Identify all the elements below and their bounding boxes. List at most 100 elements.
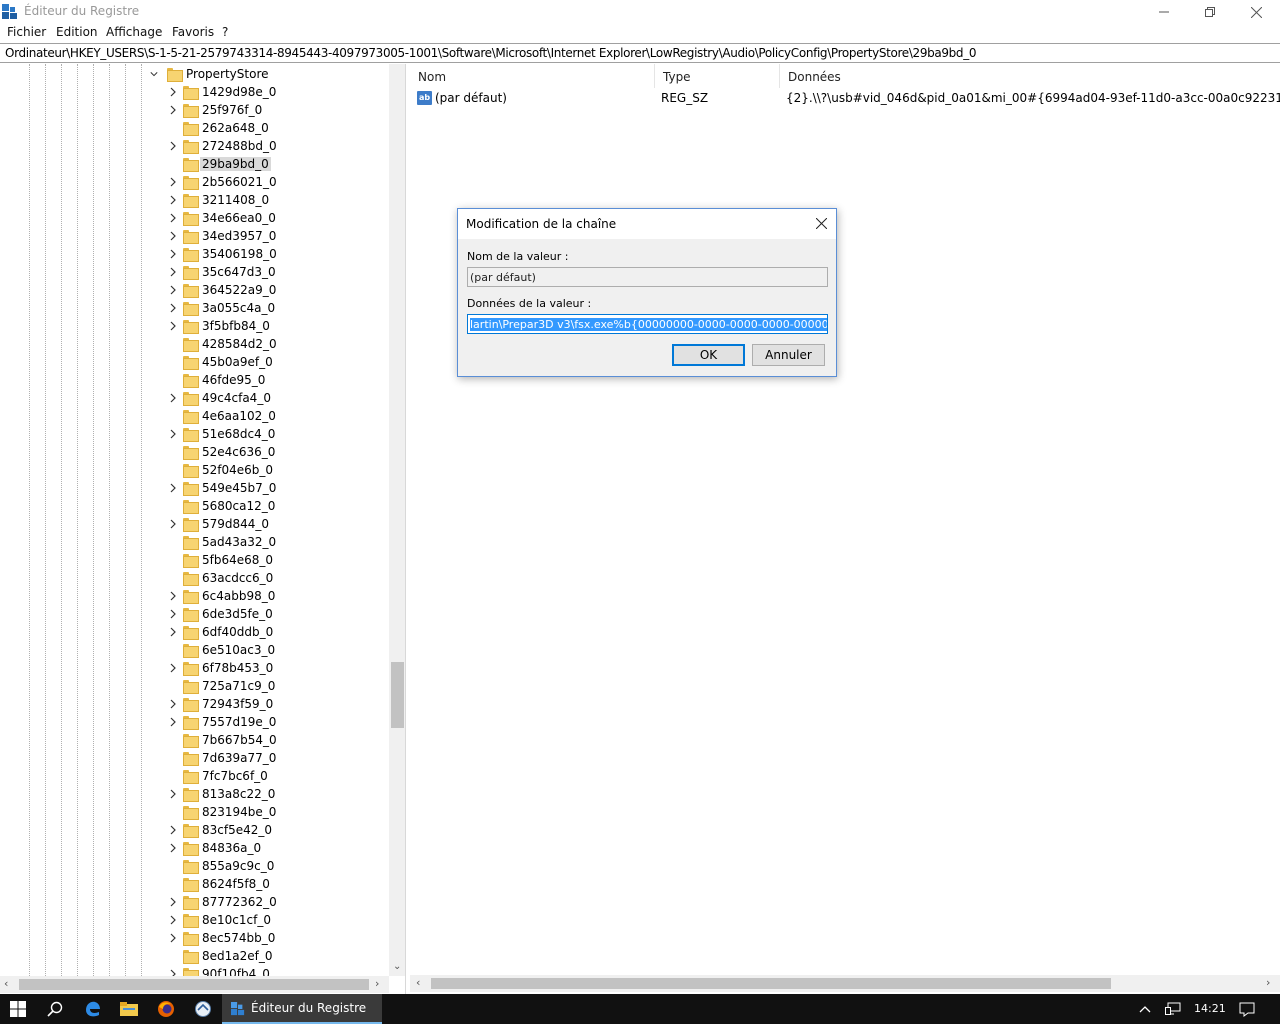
scroll-right-arrow-icon[interactable]: ›	[1266, 976, 1270, 989]
menu-help[interactable]: ?	[222, 25, 228, 39]
folder-icon	[183, 374, 199, 388]
chevron-right-icon[interactable]	[169, 231, 177, 241]
scroll-left-arrow-icon[interactable]: ‹	[4, 977, 8, 990]
address-bar[interactable]: Ordinateur\HKEY_USERS\S-1-5-21-257974331…	[0, 43, 1280, 63]
tree-pane[interactable]: PropertyStore 1429d98e_0 25f976f_0 262a648…	[0, 64, 406, 994]
folder-icon	[183, 572, 199, 586]
chevron-right-icon[interactable]	[169, 321, 177, 331]
chevron-right-icon[interactable]	[169, 897, 177, 907]
folder-icon	[183, 590, 199, 604]
tree-node-label: 72943f59_0	[202, 697, 274, 711]
chevron-right-icon[interactable]	[169, 663, 177, 673]
tree-node-label: 35c647d3_0	[202, 265, 276, 279]
value-data-field[interactable]: lartin\Prepar3D v3\fsx.exe%b{00000000-00…	[467, 314, 828, 334]
chevron-right-icon[interactable]	[169, 915, 177, 925]
taskbar-registry-editor[interactable]: Éditeur du Registre	[222, 994, 382, 1024]
search-button[interactable]	[37, 994, 73, 1024]
chevron-right-icon[interactable]	[169, 933, 177, 943]
folder-icon	[183, 320, 199, 334]
chevron-right-icon[interactable]	[169, 267, 177, 277]
menu-edition[interactable]: Edition	[56, 25, 98, 39]
tree-node-label: 3211408_0	[202, 193, 270, 207]
taskbar-file-explorer[interactable]	[111, 994, 147, 1024]
scroll-down-arrow-icon[interactable]: ⌄	[393, 961, 401, 972]
list-horizontal-scrollbar[interactable]: ‹ ›	[410, 975, 1280, 992]
menu-affichage[interactable]: Affichage	[106, 25, 162, 39]
taskbar-app[interactable]	[185, 994, 221, 1024]
tree-node-label: 4e6aa102_0	[202, 409, 276, 423]
chevron-right-icon[interactable]	[169, 591, 177, 601]
scroll-right-arrow-icon[interactable]: ›	[375, 977, 379, 990]
column-header-type[interactable]: Type	[655, 64, 780, 88]
chevron-right-icon[interactable]	[169, 285, 177, 295]
taskbar-edge[interactable]	[75, 994, 111, 1024]
dialog-title: Modification de la chaîne	[466, 217, 617, 231]
chevron-right-icon[interactable]	[169, 195, 177, 205]
ok-button[interactable]: OK	[672, 344, 745, 366]
tree-vertical-scrollbar[interactable]: ⌄	[389, 64, 405, 976]
chevron-right-icon[interactable]	[169, 483, 177, 493]
chevron-right-icon[interactable]	[169, 717, 177, 727]
tray-overflow-button[interactable]	[1133, 994, 1157, 1024]
value-name-label: Nom de la valeur :	[467, 250, 569, 263]
tree-node-label: 262a648_0	[202, 121, 269, 135]
taskbar-firefox[interactable]	[148, 994, 184, 1024]
values-pane[interactable]: Nom Type Données ab (par défaut) REG_SZ …	[410, 64, 1280, 994]
taskbar-app-label: Éditeur du Registre	[251, 1001, 367, 1015]
clock[interactable]: 14:21	[1194, 1002, 1226, 1015]
tree-guide	[141, 64, 142, 976]
folder-icon	[183, 770, 199, 784]
scroll-thumb[interactable]	[19, 979, 369, 990]
chevron-right-icon[interactable]	[169, 177, 177, 187]
scroll-left-arrow-icon[interactable]: ‹	[416, 976, 420, 989]
dialog-close-button[interactable]	[812, 215, 830, 233]
scroll-thumb[interactable]	[391, 662, 404, 728]
minimize-button[interactable]	[1141, 0, 1187, 24]
file-explorer-icon	[120, 1002, 138, 1016]
chevron-right-icon[interactable]	[169, 843, 177, 853]
tree-node-label: 8e10c1cf_0	[202, 913, 271, 927]
menu-fichier[interactable]: Fichier	[7, 25, 46, 39]
list-item[interactable]: ab (par défaut) REG_SZ {2}.\\?\usb#vid_0…	[410, 90, 1280, 108]
tree-node-label: 52f04e6b_0	[202, 463, 274, 477]
chevron-right-icon[interactable]	[169, 825, 177, 835]
chevron-right-icon[interactable]	[169, 627, 177, 637]
chevron-right-icon[interactable]	[169, 789, 177, 799]
cancel-button[interactable]: Annuler	[752, 344, 825, 366]
selected-value-text: lartin\Prepar3D v3\fsx.exe%b{00000000-00…	[470, 318, 827, 331]
folder-icon	[183, 518, 199, 532]
restore-button[interactable]	[1187, 0, 1233, 24]
chevron-right-icon[interactable]	[169, 609, 177, 619]
notification-button[interactable]	[1230, 994, 1264, 1024]
folder-icon	[183, 500, 199, 514]
folder-icon	[183, 122, 199, 136]
chevron-right-icon[interactable]	[169, 699, 177, 709]
column-header-donnees[interactable]: Données	[780, 64, 1280, 88]
network-button[interactable]	[1159, 994, 1187, 1024]
chevron-right-icon[interactable]	[169, 141, 177, 151]
chevron-right-icon[interactable]	[169, 393, 177, 403]
chevron-right-icon[interactable]	[169, 87, 177, 97]
chevron-right-icon[interactable]	[169, 429, 177, 439]
tree-node-label: 6c4abb98_0	[202, 589, 276, 603]
column-header-nom[interactable]: Nom	[410, 64, 655, 88]
chevron-right-icon[interactable]	[169, 303, 177, 313]
close-button[interactable]	[1233, 0, 1279, 24]
folder-icon	[183, 824, 199, 838]
chevron-right-icon[interactable]	[169, 105, 177, 115]
tree-node-label: 35406198_0	[202, 247, 277, 261]
folder-icon	[183, 356, 199, 370]
folder-icon	[183, 626, 199, 640]
chevron-right-icon[interactable]	[169, 213, 177, 223]
folder-icon	[183, 428, 199, 442]
chevron-right-icon[interactable]	[169, 519, 177, 529]
menu-favoris[interactable]: Favoris	[172, 25, 214, 39]
chevron-right-icon[interactable]	[169, 249, 177, 259]
start-button[interactable]	[0, 994, 36, 1024]
tree-horizontal-scrollbar[interactable]: ‹ ›	[0, 976, 389, 993]
value-data-label: Données de la valeur :	[467, 297, 592, 310]
scroll-thumb[interactable]	[431, 978, 1111, 989]
chevron-down-icon[interactable]	[150, 69, 158, 79]
value-name-field[interactable]: (par défaut)	[467, 267, 828, 287]
value-data: {2}.\\?\usb#vid_046d&pid_0a01&mi_00#{699…	[786, 91, 1280, 105]
